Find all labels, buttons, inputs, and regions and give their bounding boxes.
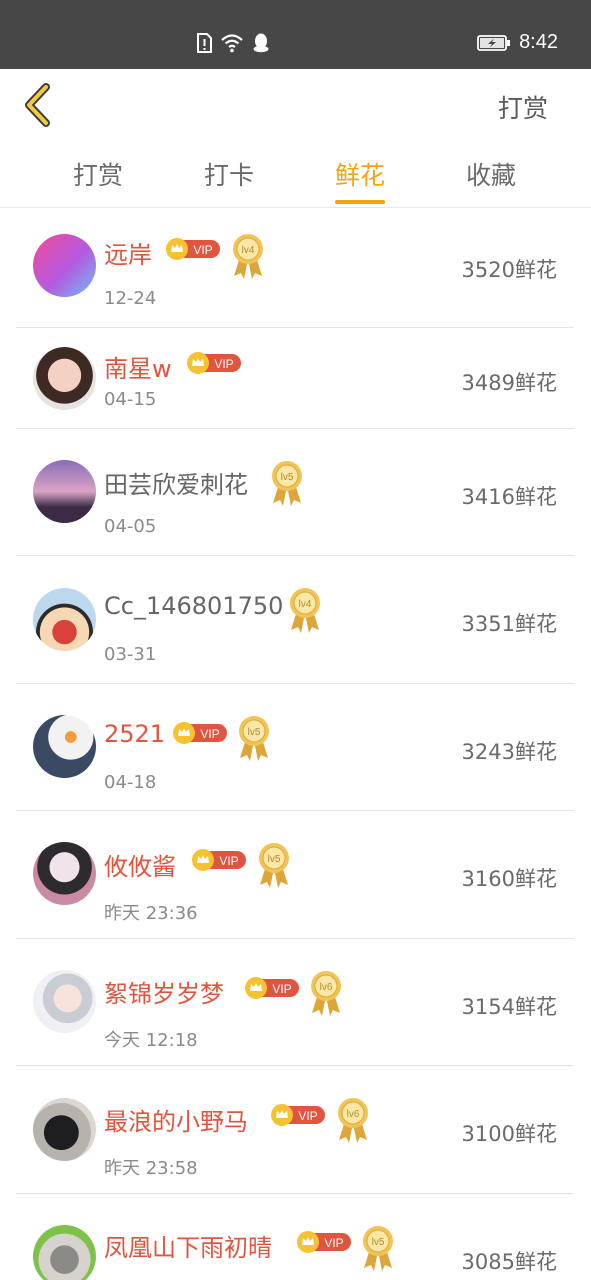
user-name: 攸攸酱 (104, 853, 176, 881)
level-label: lv5 (268, 854, 281, 865)
tab-checkin[interactable]: 打卡 (204, 156, 254, 192)
battery-charging-icon (477, 34, 511, 51)
level-medal-icon: lv4 (290, 588, 320, 633)
time-label: 03-31 (104, 644, 157, 665)
level-medal-icon: lv5 (272, 461, 302, 506)
tab-bar: 打赏 打卡 鲜花 收藏 (0, 141, 591, 208)
wifi-icon (221, 34, 243, 53)
vip-label: VIP (324, 1236, 343, 1250)
time-label: 昨天 23:36 (104, 903, 198, 924)
active-tab-indicator (335, 200, 386, 204)
vip-badge: VIP (173, 722, 227, 744)
flower-count: 3154鲜花 (461, 995, 557, 1019)
vip-label: VIP (200, 727, 219, 741)
vip-label: VIP (214, 357, 233, 371)
header: 打赏 (0, 69, 591, 141)
status-right: 8:42 (477, 31, 558, 54)
qq-icon (253, 33, 269, 53)
tab-label: 收藏 (466, 161, 517, 190)
user-name: Cc_146801750 (104, 592, 284, 620)
flower-count: 3085鲜花 (461, 1250, 557, 1274)
reward-button[interactable]: 打赏 (498, 89, 548, 125)
time-label: 今天 12:18 (104, 1030, 198, 1051)
vip-badge: VIP (245, 977, 299, 999)
avatar (33, 842, 96, 905)
vip-label: VIP (193, 243, 212, 257)
user-name: 絮锦岁岁梦 (104, 980, 224, 1008)
flower-count: 3489鲜花 (461, 371, 557, 395)
list-item[interactable]: 絮锦岁岁梦 VIP lv6 今天 12:18 3154鲜花 (16, 939, 574, 1066)
list-item[interactable]: 凤凰山下雨初晴 VIP lv5 3085鲜花 (16, 1194, 574, 1280)
avatar (33, 970, 96, 1033)
vip-badge: VIP (192, 849, 246, 871)
time-label: 04-15 (104, 389, 157, 410)
time-label: 12-24 (104, 288, 157, 309)
tab-flowers[interactable]: 鲜花 (335, 156, 386, 204)
level-label: lv5 (248, 727, 261, 738)
list-item[interactable]: Cc_146801750 lv4 03-31 3351鲜花 (16, 556, 574, 684)
level-label: lv5 (281, 472, 294, 483)
avatar (33, 715, 96, 778)
chevron-left-icon (25, 83, 50, 127)
tab-label: 鲜花 (335, 161, 386, 190)
time-label: 04-05 (104, 516, 157, 537)
vip-label: VIP (272, 982, 291, 996)
time-label: 昨天 23:58 (104, 1158, 198, 1179)
level-medal-icon: lv4 (233, 234, 263, 279)
level-medal-icon: lv5 (239, 716, 269, 761)
tab-label: 打卡 (204, 161, 255, 190)
list-item[interactable]: 南星w VIP 04-15 3489鲜花 (16, 328, 574, 429)
level-medal-icon: lv5 (259, 843, 289, 888)
list-item[interactable]: 田芸欣爱刺花 lv5 04-05 3416鲜花 (16, 429, 574, 556)
level-label: lv6 (347, 1109, 360, 1120)
flower-count: 3243鲜花 (461, 740, 557, 764)
avatar (33, 347, 96, 410)
user-name: 田芸欣爱刺花 (104, 471, 248, 499)
status-bar: 8:42 (0, 0, 591, 69)
list-item[interactable]: 2521 VIP lv5 04-18 3243鲜花 (16, 684, 574, 811)
flower-count: 3160鲜花 (461, 867, 557, 891)
avatar (33, 1098, 96, 1161)
level-label: lv6 (320, 982, 333, 993)
tab-label: 打赏 (73, 161, 124, 190)
level-label: lv5 (372, 1237, 385, 1248)
level-medal-icon: lv6 (311, 971, 341, 1016)
level-label: lv4 (242, 245, 255, 256)
list-item[interactable]: 最浪的小野马 VIP lv6 昨天 23:58 3100鲜花 (16, 1066, 574, 1194)
vip-label: VIP (219, 854, 238, 868)
flower-count: 3520鲜花 (461, 258, 557, 282)
level-medal-icon: lv6 (338, 1098, 368, 1143)
sim-alert-icon (197, 33, 212, 53)
flower-count: 3416鲜花 (461, 485, 557, 509)
time-label: 04-18 (104, 772, 157, 793)
user-name: 远岸 (104, 241, 152, 269)
avatar (33, 460, 96, 523)
avatar (33, 588, 96, 651)
vip-badge: VIP (297, 1231, 351, 1253)
user-name: 最浪的小野马 (104, 1108, 248, 1136)
avatar (33, 234, 96, 297)
user-name: 2521 (104, 720, 166, 748)
vip-badge: VIP (271, 1104, 325, 1126)
tab-reward[interactable]: 打赏 (73, 156, 123, 192)
flower-count: 3100鲜花 (461, 1122, 557, 1146)
tab-favorites[interactable]: 收藏 (466, 156, 516, 192)
user-name: 南星w (104, 355, 172, 383)
level-medal-icon: lv5 (363, 1226, 393, 1271)
back-button[interactable] (20, 83, 60, 127)
vip-label: VIP (298, 1109, 317, 1123)
list-item[interactable]: 远岸 VIP lv4 12-24 3520鲜花 (16, 208, 574, 328)
user-name: 凤凰山下雨初晴 (104, 1234, 272, 1262)
vip-badge: VIP (166, 238, 220, 260)
flower-count: 3351鲜花 (461, 612, 557, 636)
list-item[interactable]: 攸攸酱 VIP lv5 昨天 23:36 3160鲜花 (16, 811, 574, 939)
status-icons (196, 33, 270, 53)
avatar (33, 1225, 96, 1280)
vip-badge: VIP (187, 352, 241, 374)
status-time: 8:42 (519, 31, 558, 53)
level-label: lv4 (299, 599, 312, 610)
